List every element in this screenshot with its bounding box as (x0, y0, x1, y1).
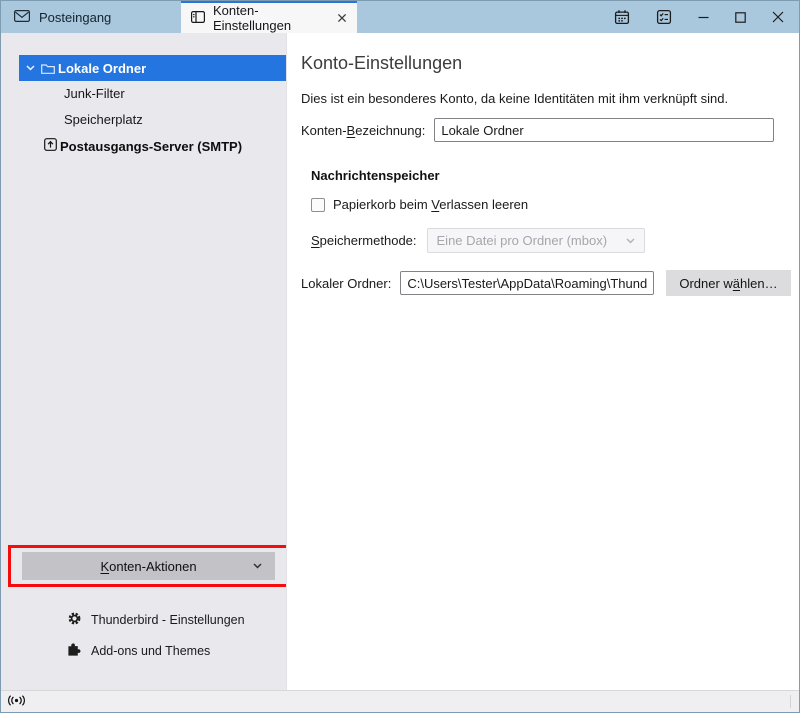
message-storage-heading: Nachrichtenspeicher (311, 168, 799, 183)
account-settings-icon (191, 11, 205, 26)
tab-bar: Posteingang Konten-Einstellungen (1, 1, 799, 33)
local-folder-row: Lokaler Ordner: Ordner wählen… (301, 270, 799, 296)
account-sidebar: Lokale Ordner Junk-Filter Speicherplatz … (1, 33, 286, 690)
addons-themes-link[interactable]: Add-ons und Themes (67, 642, 286, 660)
mail-envelope-icon (14, 10, 30, 25)
account-name-label: Konten-Bezeichnung: (301, 123, 425, 138)
settings-pane: Konto-Einstellungen Dies ist ein besonde… (286, 33, 799, 690)
status-bar (1, 690, 799, 712)
chevron-down-icon (626, 238, 635, 244)
sidebar-item-label: Postausgangs-Server (SMTP) (60, 139, 242, 154)
main-area: Lokale Ordner Junk-Filter Speicherplatz … (1, 33, 799, 690)
chevron-down-icon[interactable] (26, 65, 35, 71)
storage-method-label: Speichermethode: (311, 233, 417, 248)
folder-icon (41, 63, 55, 74)
annotation-highlight: Konten-Aktionen (8, 545, 289, 587)
statusbar-divider (790, 695, 791, 708)
tab-close-icon[interactable] (335, 11, 349, 25)
sidebar-item-smtp-server[interactable]: Postausgangs-Server (SMTP) (1, 133, 286, 159)
page-description: Dies ist ein besonderes Konto, da keine … (301, 91, 799, 106)
gear-icon (67, 611, 82, 629)
tab-posteingang[interactable]: Posteingang (1, 1, 181, 33)
thunderbird-window: Posteingang Konten-Einstellungen (0, 0, 800, 713)
empty-trash-row: Papierkorb beim Verlassen leeren (311, 197, 799, 212)
account-name-input[interactable] (434, 118, 774, 142)
empty-trash-label: Papierkorb beim Verlassen leeren (333, 197, 528, 212)
button-label-part: Ordner w (679, 276, 732, 291)
tab-label: Konten-Einstellungen (213, 3, 327, 33)
thunderbird-settings-link[interactable]: Thunderbird - Einstellungen (67, 611, 286, 629)
titlebar-controls (614, 1, 799, 33)
dropdown-value: Eine Datei pro Ordner (mbox) (437, 233, 608, 248)
choose-folder-button[interactable]: Ordner wählen… (666, 270, 790, 296)
puzzle-piece-icon (67, 642, 82, 660)
sidebar-spacer (1, 159, 286, 545)
account-actions-button[interactable]: Konten-Aktionen (22, 552, 275, 580)
account-name-row: Konten-Bezeichnung: (301, 118, 799, 142)
local-folder-label: Lokaler Ordner: (301, 276, 391, 291)
tab-label: Posteingang (39, 10, 111, 25)
smtp-send-icon (44, 138, 57, 154)
button-label-accesskey: K (100, 559, 109, 574)
local-folder-input[interactable] (400, 271, 654, 295)
button-label-part: hlen… (740, 276, 778, 291)
link-label: Thunderbird - Einstellungen (91, 613, 245, 627)
sidebar-item-speicherplatz[interactable]: Speicherplatz (1, 107, 286, 133)
link-label: Add-ons und Themes (91, 644, 210, 658)
chevron-down-icon (253, 563, 262, 569)
button-label-accesskey: ä (733, 276, 740, 291)
storage-method-dropdown: Eine Datei pro Ordner (mbox) (427, 228, 645, 253)
storage-method-row: Speichermethode: Eine Datei pro Ordner (… (311, 228, 799, 253)
sidebar-item-junk-filter[interactable]: Junk-Filter (1, 81, 286, 107)
empty-trash-checkbox[interactable] (311, 198, 325, 212)
sidebar-item-label: Lokale Ordner (58, 61, 146, 76)
sidebar-footer-links: Thunderbird - Einstellungen Add-ons und … (67, 611, 286, 660)
tab-konten-einstellungen[interactable]: Konten-Einstellungen (181, 1, 357, 33)
calendar-icon[interactable] (614, 9, 630, 25)
sidebar-item-lokale-ordner[interactable]: Lokale Ordner (19, 55, 286, 81)
page-title: Konto-Einstellungen (301, 53, 799, 74)
broadcast-icon (8, 694, 25, 709)
minimize-icon[interactable] (698, 12, 709, 23)
tasks-icon[interactable] (656, 9, 672, 25)
button-label-part: onten-Aktionen (109, 559, 196, 574)
maximize-icon[interactable] (735, 12, 746, 23)
close-icon[interactable] (772, 11, 784, 23)
